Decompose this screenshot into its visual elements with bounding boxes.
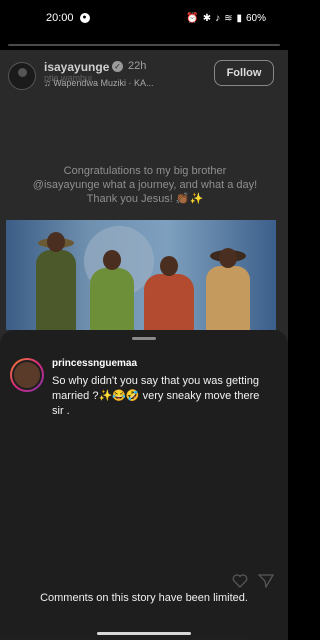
person-1 bbox=[36, 232, 76, 330]
commenter-username[interactable]: princessnguemaa bbox=[52, 358, 137, 369]
story-photo bbox=[6, 220, 276, 330]
head-shape bbox=[160, 256, 178, 276]
head-shape bbox=[219, 248, 237, 268]
alarm-icon: ⏰ bbox=[186, 12, 199, 24]
music-label[interactable]: ♫ Wapendwa Muziki · KA... bbox=[44, 78, 153, 88]
signal-icon: ▮ bbox=[236, 12, 242, 24]
notification-icon: ● bbox=[79, 13, 90, 23]
head-shape bbox=[103, 250, 121, 270]
bluetooth-icon: ✱ bbox=[202, 12, 212, 24]
comments-limited-notice: Comments on this story have been limited… bbox=[40, 592, 248, 604]
caption-prefix: Congratulations to my big brother bbox=[63, 165, 227, 177]
story-caption: Congratulations to my big brother @isaya… bbox=[30, 164, 260, 206]
person-4 bbox=[206, 248, 250, 330]
story-progress-bar bbox=[8, 44, 280, 46]
commenter-avatar[interactable] bbox=[10, 358, 44, 392]
story-header: isayayunge ✓ 22h ptie.wambui ♫ Wapendwa … bbox=[6, 58, 282, 98]
home-indicator[interactable] bbox=[97, 632, 191, 635]
story-username[interactable]: isayayunge bbox=[44, 60, 109, 74]
story-time: 22h bbox=[128, 60, 147, 72]
heart-icon[interactable] bbox=[232, 574, 248, 588]
comment-text: So why didn't you say that you was getti… bbox=[52, 375, 260, 417]
verified-icon: ✓ bbox=[112, 61, 123, 72]
status-time: 20:00 bbox=[46, 12, 74, 24]
head-shape bbox=[47, 232, 65, 252]
follow-button[interactable]: Follow bbox=[214, 60, 274, 86]
battery-level: 60% bbox=[245, 12, 266, 24]
caption-mention[interactable]: @isayayunge bbox=[33, 179, 100, 191]
send-icon[interactable] bbox=[258, 574, 274, 588]
person-3 bbox=[144, 256, 194, 330]
sheet-drag-handle[interactable] bbox=[132, 337, 156, 340]
caption-suffix: what a journey, and what a day! Thank yo… bbox=[86, 179, 258, 205]
avatar[interactable] bbox=[8, 62, 36, 90]
wifi-icon: ≋ bbox=[224, 12, 233, 24]
status-bar: 20:00 ● ⏰ ✱ ♪ ≋ ▮ 60% bbox=[0, 0, 288, 36]
mute-icon: ♪ bbox=[215, 12, 221, 24]
story-actions bbox=[232, 574, 274, 588]
person-2 bbox=[90, 250, 134, 330]
avatar-image bbox=[12, 360, 42, 390]
